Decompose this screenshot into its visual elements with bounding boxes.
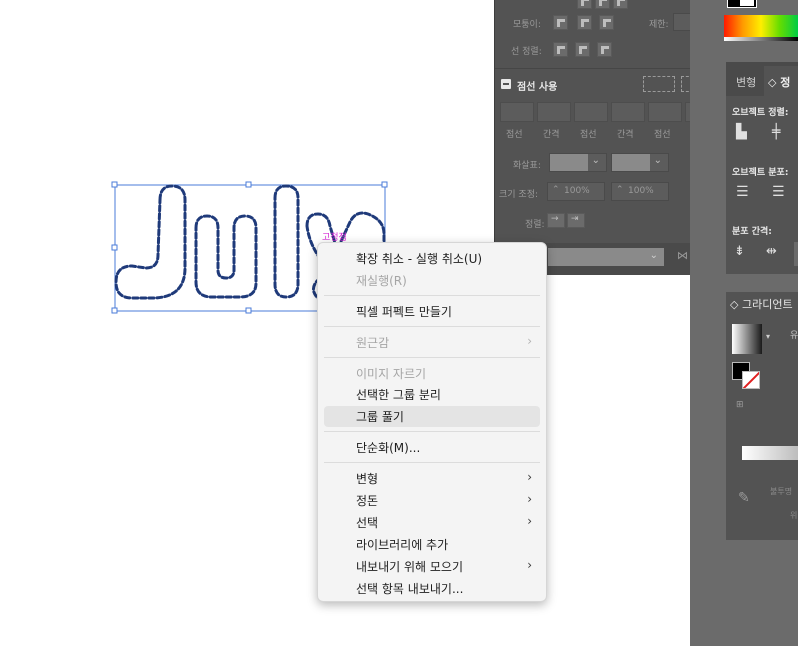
scale-label: 크기 조정: xyxy=(499,190,539,200)
panel-edge xyxy=(794,242,798,266)
flip-along-icon[interactable]: ⋈ xyxy=(677,249,688,262)
preserve-dash-button[interactable] xyxy=(643,76,675,92)
tab-align[interactable]: ◇ 정 xyxy=(764,66,798,96)
menu-item-redo[interactable]: 재실행(R) xyxy=(356,272,407,289)
gap-header: 간격 xyxy=(617,130,634,140)
dash-1-input[interactable] xyxy=(500,102,534,122)
scale-end-value: 100% xyxy=(628,186,654,196)
dashed-line-label: 점선 사용 xyxy=(517,82,558,93)
arrow-align-extend-button[interactable]: → xyxy=(547,213,565,228)
gap-2-input[interactable] xyxy=(611,102,645,122)
location-label: 위 xyxy=(790,511,798,520)
scale-end-input[interactable]: ⌃ 100% xyxy=(611,182,669,201)
color-spectrum-bar[interactable] xyxy=(724,15,798,37)
color-swatch-white[interactable] xyxy=(740,0,754,6)
corner-round-button[interactable] xyxy=(577,15,592,30)
submenu-chevron-icon: › xyxy=(527,514,532,528)
submenu-chevron-icon: › xyxy=(527,492,532,506)
arrow-start-select[interactable]: ⌄ xyxy=(549,153,607,172)
corner-bevel-button[interactable] xyxy=(599,15,614,30)
distribute-vspace-icon[interactable]: ⇟ xyxy=(734,244,745,259)
corner-label: 모퉁이: xyxy=(513,20,541,30)
menu-item-arrange[interactable]: 정돈 xyxy=(356,492,378,509)
distribute-vcenter-icon[interactable]: ☰ xyxy=(772,184,785,200)
arrow-end-select[interactable]: ⌄ xyxy=(611,153,669,172)
panel-gap xyxy=(726,274,798,292)
gradient-slider[interactable] xyxy=(742,446,798,460)
stroke-swatch[interactable] xyxy=(742,371,760,389)
distribute-top-icon[interactable]: ☰ xyxy=(736,184,749,200)
submenu-chevron-icon: › xyxy=(527,334,532,348)
gap-1-input[interactable] xyxy=(537,102,571,122)
distribute-spacing-label: 분포 간격: xyxy=(732,227,772,237)
cap-round-button[interactable] xyxy=(595,0,610,9)
arrowheads-label: 화살표: xyxy=(513,161,541,171)
menu-item-ungroup[interactable]: 그룹 풀기 xyxy=(356,408,404,425)
arrow-align-label: 정렬: xyxy=(525,220,545,230)
dash-2-input[interactable] xyxy=(574,102,608,122)
dashed-line-checkbox[interactable] xyxy=(501,79,511,89)
menu-separator xyxy=(324,462,540,463)
gradient-preview-dropdown-icon[interactable]: ▾ xyxy=(766,332,770,341)
menu-item-undo-expand[interactable]: 확장 취소 - 실행 취소(U) xyxy=(356,250,482,267)
dash-header: 점선 xyxy=(580,130,597,140)
context-menu: 확장 취소 - 실행 취소(U) 재실행(R) 픽셀 퍼펙트 만들기 원근감 ›… xyxy=(317,242,547,602)
arrow-align-place-button[interactable]: ⇥ xyxy=(567,213,585,228)
menu-item-add-to-library[interactable]: 라이브러리에 추가 xyxy=(356,536,448,553)
menu-separator xyxy=(324,326,540,327)
menu-separator xyxy=(324,431,540,432)
dash-3-input[interactable] xyxy=(648,102,682,122)
align-hcenter-icon[interactable]: ╪ xyxy=(772,124,780,140)
gradient-preview[interactable] xyxy=(732,324,762,354)
tab-transform[interactable]: 변형 xyxy=(736,74,756,90)
menu-separator xyxy=(324,357,540,358)
gradient-edit-icon[interactable]: ⊞ xyxy=(736,400,744,410)
scale-start-value: 100% xyxy=(564,186,590,196)
scale-start-input[interactable]: ⌃ 100% xyxy=(547,182,605,201)
dash-header: 점선 xyxy=(654,130,671,140)
menu-item-isolate-group[interactable]: 선택한 그룹 분리 xyxy=(356,386,441,403)
menu-item-make-pixel-perfect[interactable]: 픽셀 퍼펙트 만들기 xyxy=(356,303,452,320)
menu-item-select[interactable]: 선택 xyxy=(356,514,378,531)
menu-item-crop-image[interactable]: 이미지 자르기 xyxy=(356,365,426,382)
align-objects-label: 오브젝트 정렬: xyxy=(732,108,789,118)
cap-butt-button[interactable] xyxy=(577,0,592,9)
align-center-button[interactable] xyxy=(553,42,568,57)
align-inside-button[interactable] xyxy=(575,42,590,57)
menu-item-collect-for-export[interactable]: 내보내기 위해 모으기 xyxy=(356,558,463,575)
menu-item-transform[interactable]: 변형 xyxy=(356,470,378,487)
menu-item-export-selection[interactable]: 선택 항목 내보내기... xyxy=(356,580,463,597)
eyedropper-icon[interactable]: ✎ xyxy=(738,490,750,506)
dash-header: 점선 xyxy=(506,130,523,140)
menu-separator xyxy=(324,295,540,296)
align-outside-button[interactable] xyxy=(597,42,612,57)
align-left-icon[interactable]: ▙ xyxy=(736,124,747,140)
menu-item-simplify[interactable]: 단순화(M)... xyxy=(356,439,420,456)
profile-select[interactable]: ⌄ xyxy=(547,247,665,267)
corner-miter-button[interactable] xyxy=(553,15,568,30)
distribute-hspace-icon[interactable]: ⇹ xyxy=(766,244,777,259)
gradient-panel-title: ◇ 그라디언트 xyxy=(730,298,793,311)
limit-label: 제한: xyxy=(649,20,669,30)
distribute-objects-label: 오브젝트 분포: xyxy=(732,168,789,178)
menu-item-perspective[interactable]: 원근감 xyxy=(356,334,389,351)
opacity-label: 불투명 xyxy=(770,487,793,496)
submenu-chevron-icon: › xyxy=(527,558,532,572)
align-stroke-label: 선 정렬: xyxy=(511,47,542,57)
submenu-chevron-icon: › xyxy=(527,470,532,484)
gradient-type-label: 유 xyxy=(790,331,798,341)
grayscale-bar[interactable] xyxy=(724,37,798,41)
cap-square-button[interactable] xyxy=(613,0,628,9)
align-panel: 변형 ◇ 정 오브젝트 정렬: ▙ ╪ 오브젝트 분포: ☰ ☰ 분포 간격: … xyxy=(726,62,798,540)
gap-header: 간격 xyxy=(543,130,560,140)
